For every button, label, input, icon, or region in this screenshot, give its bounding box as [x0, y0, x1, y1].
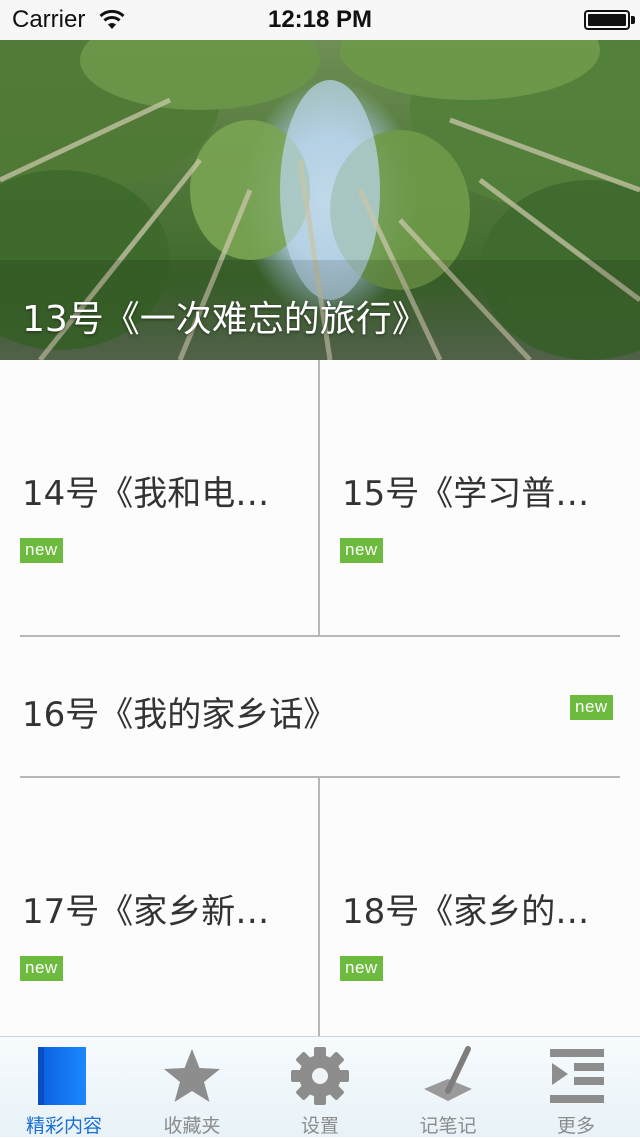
article-title: 18号《家乡的… — [342, 892, 590, 932]
tab-label: 精彩内容 — [25, 1115, 102, 1137]
tab-settings[interactable]: 设置 — [256, 1037, 384, 1137]
article-cell-14[interactable]: 14号《我和电… new — [0, 360, 318, 636]
new-badge: new — [340, 956, 383, 981]
status-time: 12:18 PM — [267, 6, 373, 33]
book-icon — [38, 1047, 86, 1105]
tab-label: 记笔记 — [419, 1115, 477, 1137]
battery-icon — [584, 10, 630, 30]
article-cell-17[interactable]: 17号《家乡新… new — [0, 778, 318, 1036]
new-badge: new — [20, 538, 63, 563]
gear-icon — [291, 1047, 349, 1105]
tab-label: 设置 — [300, 1115, 339, 1137]
hero-title: 13号《一次难忘的旅行》 — [22, 299, 428, 340]
tab-label: 更多 — [556, 1115, 595, 1137]
tab-featured[interactable]: 精彩内容 — [0, 1037, 128, 1137]
article-title: 14号《我和电… — [22, 474, 270, 514]
article-cell-16[interactable]: 16号《我的家乡话》 new — [0, 637, 640, 776]
tab-notes[interactable]: 记笔记 — [384, 1037, 512, 1137]
article-title: 16号《我的家乡话》 — [22, 695, 338, 735]
star-icon — [164, 1049, 220, 1102]
article-cell-18[interactable]: 18号《家乡的… new — [320, 778, 640, 1036]
tab-label: 收藏夹 — [163, 1115, 221, 1137]
battery-tip — [631, 16, 635, 24]
new-badge: new — [340, 538, 383, 563]
grid-divider-vertical — [318, 778, 320, 1036]
article-title: 15号《学习普… — [342, 474, 590, 514]
tab-favorites[interactable]: 收藏夹 — [128, 1037, 256, 1137]
article-cell-15[interactable]: 15号《学习普… new — [320, 360, 640, 636]
new-badge: new — [20, 956, 63, 981]
new-badge: new — [570, 695, 613, 720]
grid-divider-vertical — [318, 360, 320, 636]
tab-bar: 精彩内容 收藏夹 设置 记笔记 更多 — [0, 1036, 640, 1137]
article-title: 17号《家乡新… — [22, 892, 270, 932]
tab-more[interactable]: 更多 — [512, 1037, 640, 1137]
pen-icon — [424, 1046, 472, 1101]
more-list-icon — [550, 1049, 604, 1103]
status-bar: Carrier 12:18 PM — [0, 0, 640, 40]
hero-banner[interactable]: 13号《一次难忘的旅行》 — [0, 40, 640, 360]
